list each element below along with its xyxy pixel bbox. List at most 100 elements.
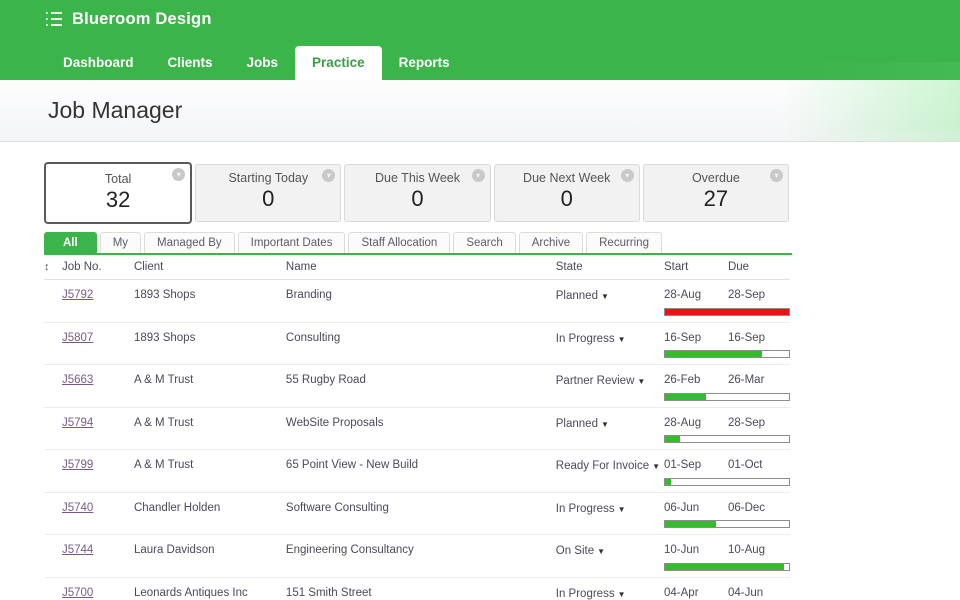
decorative-glow xyxy=(780,80,960,141)
row-state-cell[interactable]: Partner Review▼ xyxy=(556,365,664,393)
job-number-link[interactable]: J5744 xyxy=(62,544,93,556)
stat-card-label: Overdue xyxy=(644,171,788,185)
filter-tab-bar: AllMyManaged ByImportant DatesStaff Allo… xyxy=(44,232,792,255)
row-job-no-cell: J5744 xyxy=(62,535,134,563)
table-row[interactable]: J57921893 ShopsBrandingPlanned▼28-Aug28-… xyxy=(44,280,790,308)
stat-card-label: Due This Week xyxy=(345,171,489,185)
filter-tab-important-dates[interactable]: Important Dates xyxy=(238,232,346,253)
stat-card-due-next-week[interactable]: ▾Due Next Week0 xyxy=(494,164,640,222)
sort-priority-icon[interactable]: ↕ xyxy=(44,261,50,273)
progress-spacer xyxy=(44,478,664,493)
filter-tab-archive[interactable]: Archive xyxy=(519,232,583,253)
primary-nav: Dashboard Clients Jobs Practice Reports xyxy=(0,38,960,80)
column-header-flag[interactable]: ↕ xyxy=(44,255,62,280)
job-number-link[interactable]: J5807 xyxy=(62,332,93,344)
stat-card-total[interactable]: ▾Total32 xyxy=(44,162,192,224)
row-due-cell: 10-Aug xyxy=(728,535,790,563)
stat-card-starting-today[interactable]: ▾Starting Today0 xyxy=(195,164,341,222)
row-due-cell: 01-Oct xyxy=(728,450,790,478)
list-menu-icon[interactable] xyxy=(46,12,62,26)
nav-tab-clients[interactable]: Clients xyxy=(151,46,230,80)
stat-card-chevron-down-circle-icon[interactable]: ▾ xyxy=(770,169,783,182)
row-start-cell: 16-Sep xyxy=(664,322,728,350)
table-row[interactable]: J5794A & M TrustWebSite ProposalsPlanned… xyxy=(44,407,790,435)
job-number-link[interactable]: J5794 xyxy=(62,417,93,429)
jobs-table-container: ↕ Job No. Client Name State Start Due J5… xyxy=(44,255,790,600)
chevron-down-icon[interactable]: ▼ xyxy=(597,547,605,556)
column-header-job-no[interactable]: Job No. xyxy=(62,255,134,280)
row-state-cell[interactable]: In Progress▼ xyxy=(556,577,664,600)
row-start-cell: 06-Jun xyxy=(664,492,728,520)
progress-spacer xyxy=(44,393,664,408)
row-job-no-cell: J5792 xyxy=(62,280,134,308)
table-row[interactable]: J5740Chandler HoldenSoftware ConsultingI… xyxy=(44,492,790,520)
chevron-down-icon[interactable]: ▼ xyxy=(637,377,645,386)
row-state-cell[interactable]: Planned▼ xyxy=(556,407,664,435)
row-job-no-cell: J5807 xyxy=(62,322,134,350)
table-row[interactable]: J5663A & M Trust55 Rugby RoadPartner Rev… xyxy=(44,365,790,393)
row-state-cell[interactable]: On Site▼ xyxy=(556,535,664,563)
column-header-client[interactable]: Client xyxy=(134,255,286,280)
row-job-no-cell: J5700 xyxy=(62,577,134,600)
filter-tab-my[interactable]: My xyxy=(100,232,141,253)
stat-card-value: 32 xyxy=(46,187,190,213)
stat-card-chevron-down-circle-icon[interactable]: ▾ xyxy=(621,169,634,182)
row-state-cell[interactable]: Ready For Invoice▼ xyxy=(556,450,664,478)
table-row-progress xyxy=(44,308,790,323)
stat-card-value: 0 xyxy=(196,186,340,212)
row-flag-cell xyxy=(44,577,62,600)
row-client-cell: A & M Trust xyxy=(134,407,286,435)
state-label: In Progress xyxy=(556,503,615,515)
row-start-cell: 01-Sep xyxy=(664,450,728,478)
job-number-link[interactable]: J5799 xyxy=(62,459,93,471)
progress-bar-cell xyxy=(664,350,790,365)
state-label: Planned xyxy=(556,418,598,430)
filter-tab-search[interactable]: Search xyxy=(453,232,515,253)
filter-tab-all[interactable]: All xyxy=(44,232,97,253)
job-number-link[interactable]: J5700 xyxy=(62,587,93,599)
filter-tab-managed-by[interactable]: Managed By xyxy=(144,232,235,253)
table-row[interactable]: J5799A & M Trust65 Point View - New Buil… xyxy=(44,450,790,478)
stat-card-due-this-week[interactable]: ▾Due This Week0 xyxy=(344,164,490,222)
nav-tab-dashboard[interactable]: Dashboard xyxy=(46,46,151,80)
jobs-table-head: ↕ Job No. Client Name State Start Due xyxy=(44,255,790,280)
row-state-cell[interactable]: Planned▼ xyxy=(556,280,664,308)
stat-card-chevron-down-circle-icon[interactable]: ▾ xyxy=(472,169,485,182)
chevron-down-icon[interactable]: ▼ xyxy=(618,590,626,599)
nav-tab-reports[interactable]: Reports xyxy=(382,46,467,80)
row-flag-cell xyxy=(44,280,62,308)
row-state-cell[interactable]: In Progress▼ xyxy=(556,492,664,520)
chevron-down-icon[interactable]: ▼ xyxy=(601,420,609,429)
progress-bar-fill xyxy=(665,436,680,442)
filter-tab-recurring[interactable]: Recurring xyxy=(586,232,662,253)
progress-bar xyxy=(664,478,790,486)
brand-title: Blueroom Design xyxy=(72,10,212,29)
row-flag-cell xyxy=(44,492,62,520)
row-client-cell: Leonards Antiques Inc xyxy=(134,577,286,600)
progress-spacer xyxy=(44,308,664,323)
column-header-name[interactable]: Name xyxy=(286,255,556,280)
stat-card-overdue[interactable]: ▾Overdue27 xyxy=(643,164,789,222)
job-number-link[interactable]: J5740 xyxy=(62,502,93,514)
column-header-start[interactable]: Start xyxy=(664,255,728,280)
row-state-cell[interactable]: In Progress▼ xyxy=(556,322,664,350)
chevron-down-icon[interactable]: ▼ xyxy=(618,505,626,514)
column-header-due[interactable]: Due xyxy=(728,255,790,280)
app-header: Blueroom Design xyxy=(0,0,960,38)
filter-tab-staff-allocation[interactable]: Staff Allocation xyxy=(348,232,450,253)
table-row[interactable]: J5744Laura DavidsonEngineering Consultan… xyxy=(44,535,790,563)
nav-tab-practice[interactable]: Practice xyxy=(295,46,382,80)
row-client-cell: A & M Trust xyxy=(134,365,286,393)
job-number-link[interactable]: J5663 xyxy=(62,374,93,386)
column-header-state[interactable]: State xyxy=(556,255,664,280)
chevron-down-icon[interactable]: ▼ xyxy=(652,462,660,471)
nav-tab-jobs[interactable]: Jobs xyxy=(230,46,296,80)
chevron-down-icon[interactable]: ▼ xyxy=(618,335,626,344)
row-client-cell: Chandler Holden xyxy=(134,492,286,520)
row-name-cell: Branding xyxy=(286,280,556,308)
table-row[interactable]: J58071893 ShopsConsultingIn Progress▼16-… xyxy=(44,322,790,350)
table-row[interactable]: J5700Leonards Antiques Inc151 Smith Stre… xyxy=(44,577,790,600)
job-number-link[interactable]: J5792 xyxy=(62,289,93,301)
chevron-down-icon[interactable]: ▼ xyxy=(601,292,609,301)
progress-bar xyxy=(664,393,790,401)
